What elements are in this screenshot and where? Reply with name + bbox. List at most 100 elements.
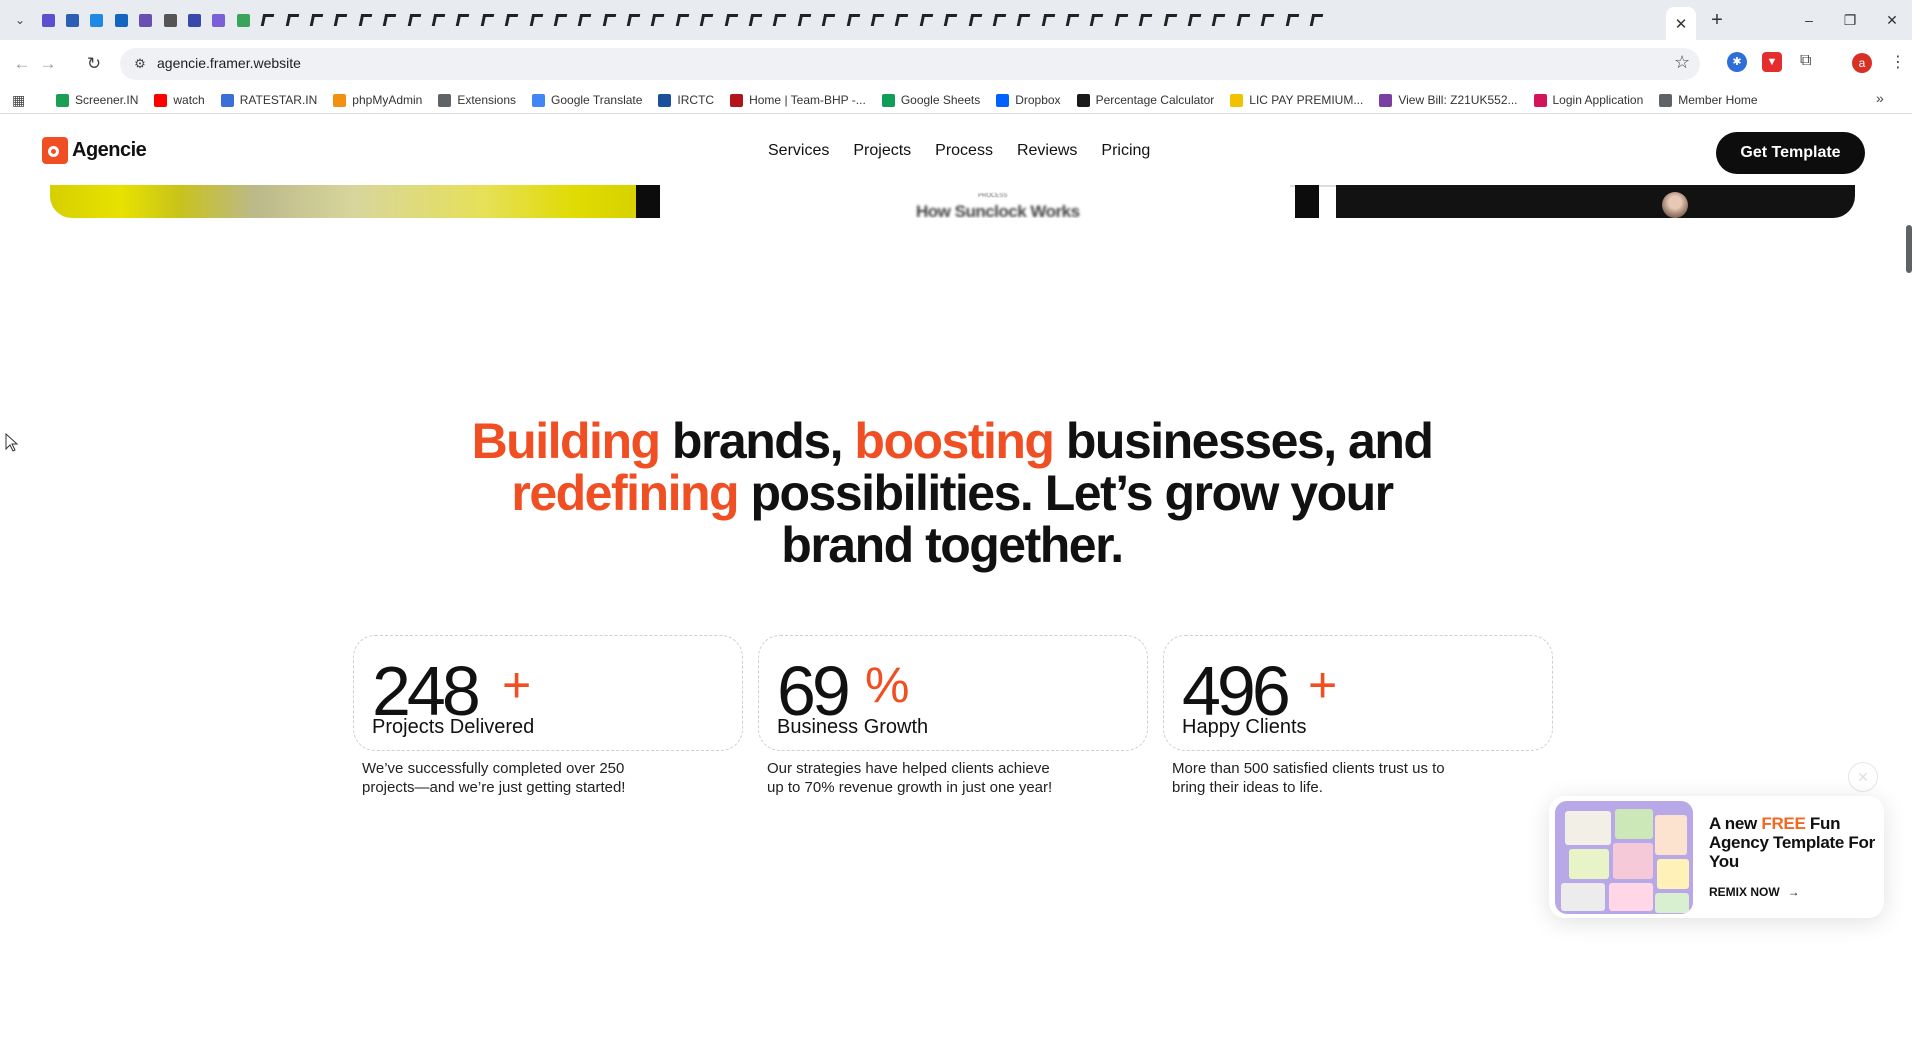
bookmark-item[interactable]: Screener.IN [56,90,138,110]
pinned-tab[interactable] [499,9,523,31]
browser-menu-icon[interactable]: ⋮ [1890,52,1906,72]
close-tab-icon[interactable]: ✕ [1675,15,1688,33]
pinned-tab[interactable] [36,9,60,31]
pinned-tab[interactable] [329,9,353,31]
promo-close-button[interactable]: ✕ [1848,762,1878,792]
pinned-tab[interactable] [451,9,475,31]
pinned-tab[interactable] [1036,9,1060,31]
pinned-tab[interactable] [353,9,377,31]
project-image-yellow[interactable] [50,185,636,218]
pinned-tab[interactable] [109,9,133,31]
pinned-tab[interactable] [597,9,621,31]
pinned-tab[interactable] [85,9,109,31]
pinned-tab[interactable] [60,9,84,31]
pinned-tab[interactable] [1182,9,1206,31]
project-image-dark[interactable] [1336,185,1855,218]
pinned-tab[interactable] [914,9,938,31]
pinned-tab[interactable] [865,9,889,31]
nav-services[interactable]: Services [768,142,829,160]
bookmark-item[interactable]: LIC PAY PREMIUM... [1230,90,1363,110]
nav-reviews[interactable]: Reviews [1017,142,1077,160]
pinned-tab[interactable] [1304,9,1328,31]
pinned-tab[interactable] [1060,9,1084,31]
pinned-tab[interactable] [621,9,645,31]
get-template-button[interactable]: Get Template [1716,132,1865,174]
remix-now-link[interactable]: REMIX NOW → [1709,885,1800,899]
nav-projects[interactable]: Projects [853,142,911,160]
nav-pricing[interactable]: Pricing [1101,142,1150,160]
bookmark-item[interactable]: Extensions [438,90,516,110]
pinned-tab[interactable] [304,9,328,31]
bookmark-item[interactable]: Google Sheets [881,90,980,110]
pinned-tab[interactable] [963,9,987,31]
pinned-tab[interactable] [475,9,499,31]
page-scrollbar[interactable] [1906,225,1912,273]
pinned-tab[interactable] [695,9,719,31]
apps-grid-icon[interactable]: ▦ [12,92,25,109]
pinned-tab[interactable] [1158,9,1182,31]
profile-avatar[interactable]: a [1852,53,1872,73]
minimize-button[interactable]: – [1795,8,1823,32]
url-text[interactable]: agencie.framer.website [157,55,301,71]
more-bookmarks-icon[interactable]: » [1876,90,1884,106]
pinned-tab[interactable] [573,9,597,31]
bookmark-item[interactable]: Login Application [1533,90,1643,110]
pinned-tab[interactable] [207,9,231,31]
bookmark-item[interactable]: Google Translate [532,90,642,110]
pinned-tab[interactable] [646,9,670,31]
nav-process[interactable]: Process [935,142,993,160]
pinned-tab[interactable] [1231,9,1255,31]
pinned-tab[interactable] [1256,9,1280,31]
pinned-tab[interactable] [792,9,816,31]
extensions-puzzle-icon[interactable]: ⧉ [1800,52,1811,70]
new-tab-button[interactable]: + [1705,8,1729,32]
site-info-icon[interactable]: ⚙ [130,54,150,74]
reload-button[interactable]: ↻ [80,50,108,78]
pinned-tab[interactable] [817,9,841,31]
pinned-tab[interactable] [524,9,548,31]
extension-blue-icon[interactable]: ✱ [1727,52,1747,72]
close-window-button[interactable]: ✕ [1878,8,1906,32]
pinned-tab[interactable] [377,9,401,31]
promo-popup[interactable]: A new FREE Fun Agency Template For You R… [1549,796,1884,918]
brand-logo[interactable]: Agencie [42,137,147,164]
pinned-tab[interactable] [670,9,694,31]
pinned-tab[interactable] [280,9,304,31]
pinned-tab[interactable] [743,9,767,31]
pinned-tab[interactable] [134,9,158,31]
pinned-tab[interactable] [890,9,914,31]
pinned-tab[interactable] [402,9,426,31]
back-button[interactable]: ← [8,50,36,78]
bookmark-item[interactable]: View Bill: Z21UK552... [1379,90,1518,110]
bookmark-item[interactable]: Member Home [1659,90,1758,110]
bookmark-item[interactable]: phpMyAdmin [333,90,422,110]
forward-button[interactable]: → [34,50,62,78]
pinned-tab[interactable] [548,9,572,31]
pinned-tab[interactable] [1109,9,1133,31]
pinned-tab[interactable] [1134,9,1158,31]
tab-search-chevron-icon[interactable]: ⌄ [10,10,30,30]
extension-shield-icon[interactable]: ▼ [1762,52,1782,72]
pinned-tab[interactable] [987,9,1011,31]
pinned-tab[interactable] [1085,9,1109,31]
bookmark-item[interactable]: watch [154,90,205,110]
pinned-tab[interactable] [1207,9,1231,31]
address-bar[interactable] [120,48,1700,80]
maximize-button[interactable]: ❐ [1836,8,1864,32]
pinned-tab[interactable] [158,9,182,31]
bookmark-item[interactable]: IRCTC [658,90,714,110]
bookmark-item[interactable]: Percentage Calculator [1076,90,1214,110]
bookmark-star-icon[interactable]: ☆ [1674,52,1690,73]
bookmark-item[interactable]: RATESTAR.IN [220,90,317,110]
pinned-tab[interactable] [719,9,743,31]
pinned-tab[interactable] [231,9,255,31]
bookmark-item[interactable]: Dropbox [996,90,1061,110]
pinned-tab[interactable] [841,9,865,31]
pinned-tab[interactable] [256,9,280,31]
pinned-tab[interactable] [938,9,962,31]
pinned-tab[interactable] [1280,9,1304,31]
pinned-tab[interactable] [426,9,450,31]
bookmark-item[interactable]: Home | Team-BHP -... [730,90,866,110]
pinned-tab[interactable] [768,9,792,31]
pinned-tab[interactable] [1012,9,1036,31]
